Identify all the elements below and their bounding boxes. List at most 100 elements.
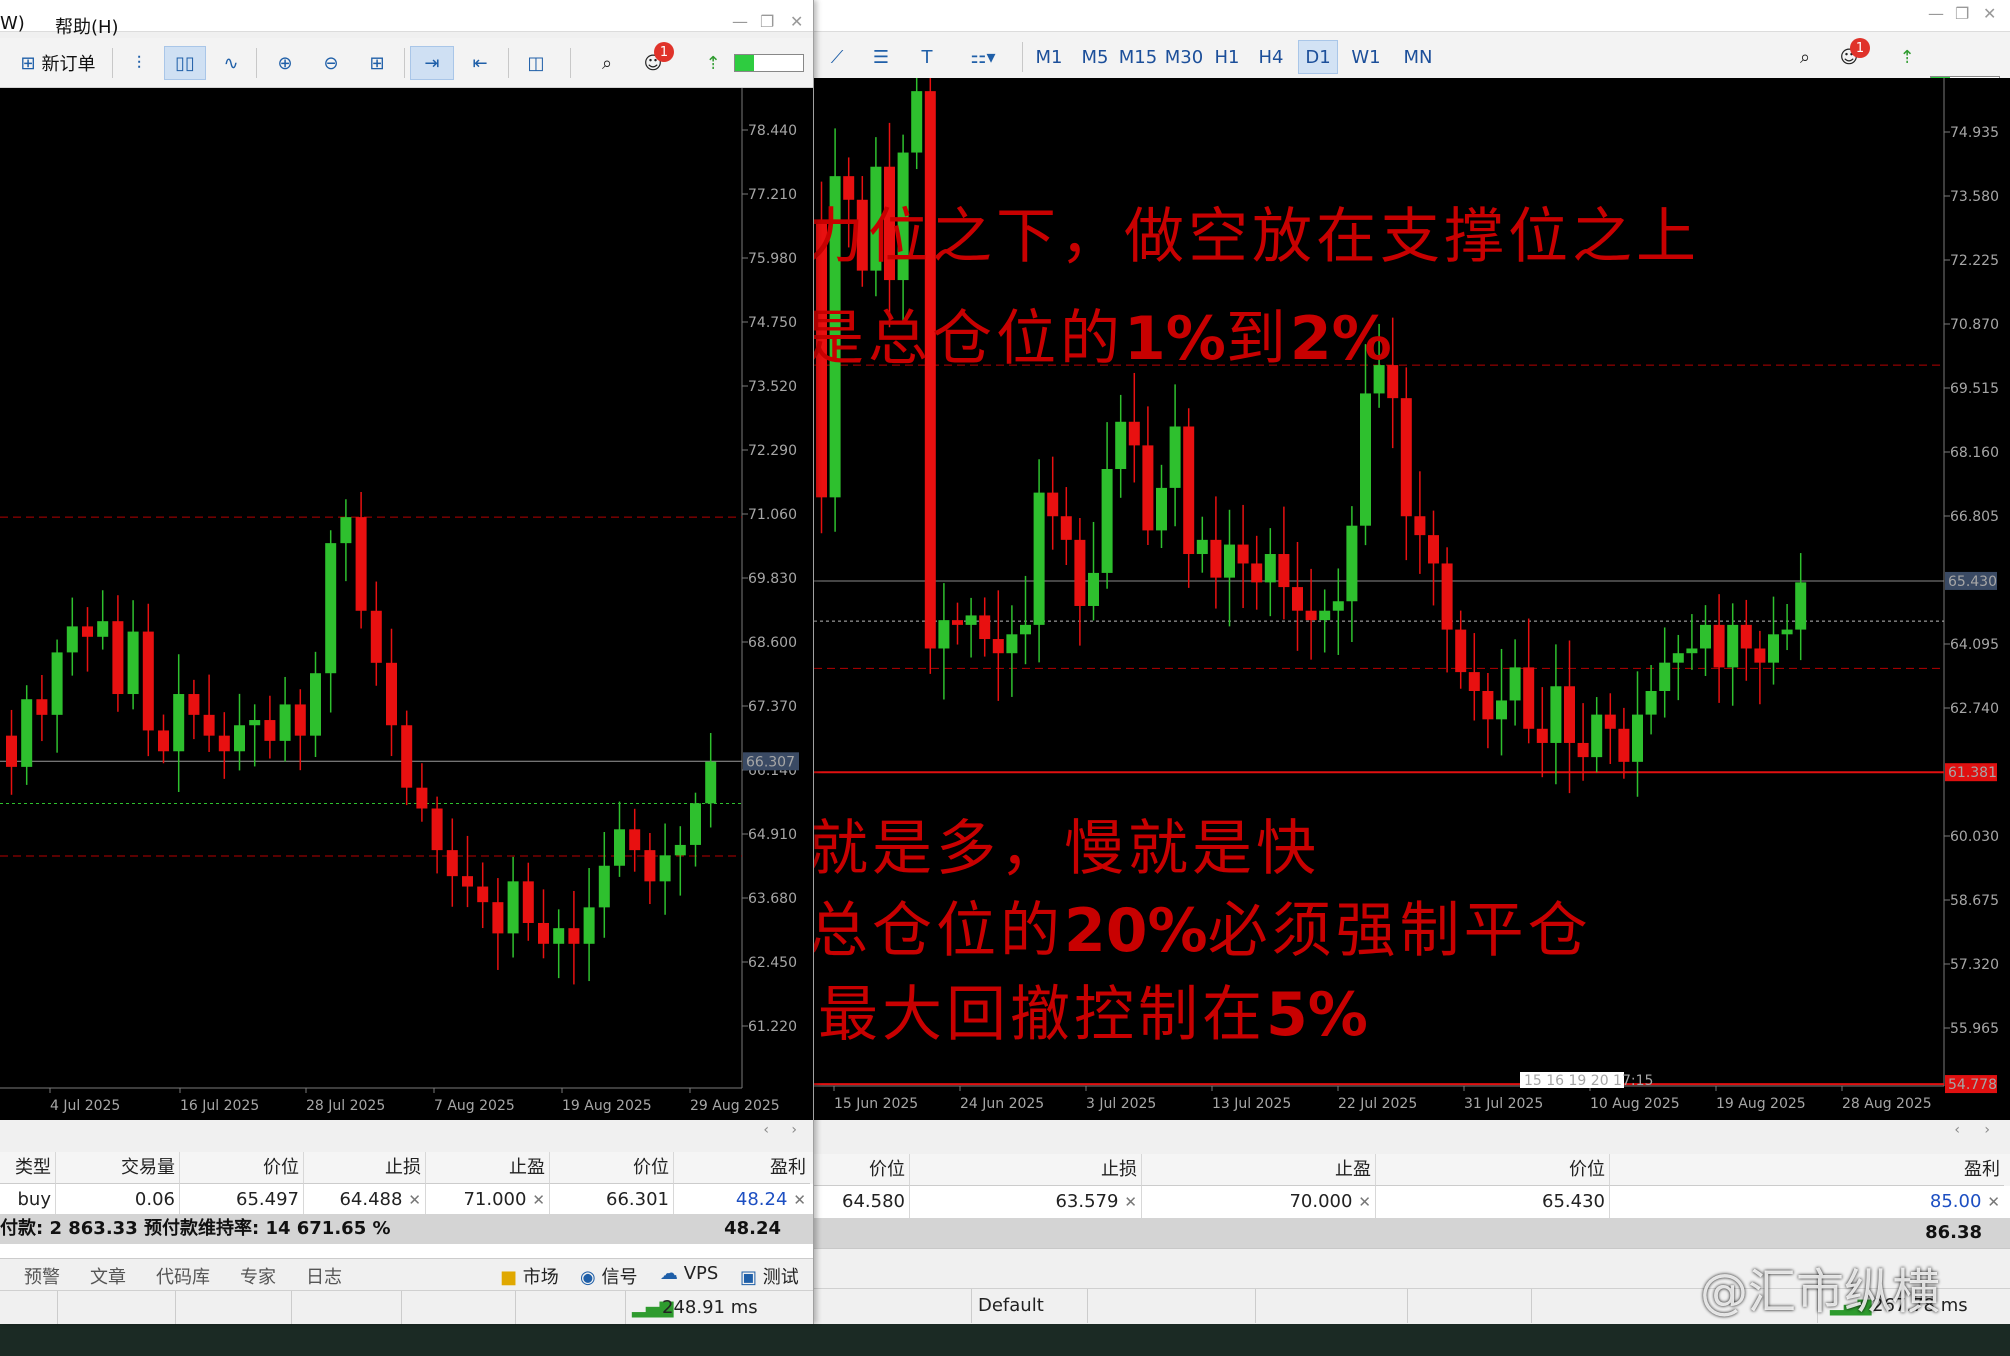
zoom-out-icon[interactable]: ⊖ [312,46,350,80]
tab-codebase[interactable]: 代码库 [156,1263,210,1289]
right-price-chart[interactable]: 74.935 73.580 72.225 70.870 69.515 68.160 66.8… [804,78,2010,1120]
candle [674,844,686,856]
signals-link[interactable]: ◉ 信号 [580,1263,637,1289]
timeframe-m15[interactable]: M15 [1116,40,1160,74]
tester-link[interactable]: ▣ 测试 [740,1263,799,1289]
timeframe-mn[interactable]: MN [1396,40,1440,74]
timeframe-m1[interactable]: M1 [1030,40,1068,74]
scroll-right-icon[interactable]: › [1984,1122,1990,1138]
price-label: 68.160 [1950,445,1999,461]
cell-volume: 0.06 [56,1184,180,1216]
left-price-chart[interactable]: 78.440 77.210 75.980 74.750 73.520 72.290 71.0… [0,88,813,1120]
candle [127,631,139,695]
date-label: 29 Aug 2025 [690,1098,780,1114]
search-icon[interactable]: ⌕ [1788,40,1822,74]
scroll-left-icon[interactable]: ‹ [763,1122,769,1138]
cell-profit[interactable]: 85.00 ✕ [1610,1186,2004,1218]
candle [1251,563,1263,583]
candle [6,735,17,767]
table-row[interactable]: buy 0.06 65.497 64.488 ✕ 71.000 ✕ 66.301 4… [0,1184,813,1216]
close-icon[interactable]: ✕ [1983,4,1996,23]
scroll-left-icon[interactable]: ‹ [1954,1122,1960,1138]
candle [173,694,185,752]
left-title-bar: W) 帮助(H) — ❐ ✕ [0,0,813,38]
candle [979,615,991,640]
clear-tp-icon: ✕ [1358,1193,1371,1211]
col-stop-loss: 止损 [910,1154,1142,1186]
col-take-profit: 止盈 [426,1152,550,1184]
tab-articles[interactable]: 文章 [90,1263,126,1289]
candle [386,662,397,726]
price-label: 68.600 [748,635,797,651]
timeframe-m30[interactable]: M30 [1162,40,1206,74]
text-tool-icon[interactable]: T [910,40,944,74]
candle [1115,421,1127,470]
close-position-icon: ✕ [793,1191,806,1209]
candle [1768,634,1779,663]
menu-window[interactable]: W) [0,13,25,34]
candle [1727,624,1739,668]
cell-take-profit[interactable]: 70.000 ✕ [1142,1186,1376,1218]
channel-icon[interactable]: ☰ [864,40,898,74]
cell-open-price: 64.580 [814,1186,910,1218]
date-label: 13 Jul 2025 [1212,1096,1291,1112]
price-label: 73.580 [1950,189,1999,205]
date-label: 10 Aug 2025 [1590,1096,1680,1112]
scroll-right-icon[interactable]: › [791,1122,797,1138]
col-open-price: 价位 [814,1154,910,1186]
minimize-icon[interactable]: — [732,12,748,31]
restore-icon[interactable]: ❐ [760,12,774,31]
candle [1305,610,1317,621]
tab-alerts[interactable]: 预警 [24,1263,60,1289]
candle-chart-icon[interactable]: ▯▯ [164,46,206,80]
restore-icon[interactable]: ❐ [1955,4,1969,23]
cell-current-price: 65.430 [1376,1186,1610,1218]
timeframe-h1[interactable]: H1 [1208,40,1246,74]
candle [1482,690,1494,720]
candle [1536,728,1548,743]
line-chart-icon[interactable]: ∿ [212,46,250,80]
candle [1006,634,1018,654]
candle [203,714,215,736]
auto-scroll-icon[interactable]: ⇥ [410,46,454,80]
trendline-icon[interactable]: ⟋ [820,40,854,74]
candle [51,652,63,715]
shapes-dropdown-icon[interactable]: ⚏▾ [955,40,1011,74]
market-link[interactable]: ■ 市场 [500,1263,559,1289]
col-profit: 盈利 [1610,1154,2004,1186]
level-bar [734,54,804,72]
candle [1033,492,1045,625]
tab-journal[interactable]: 日志 [306,1263,342,1289]
vps-link[interactable]: ☁ VPS [660,1263,718,1284]
candle [1496,700,1507,720]
cell-stop-loss[interactable]: 64.488 ✕ [304,1184,426,1216]
cell-profit[interactable]: 48.24 ✕ [674,1184,810,1216]
profile-name[interactable]: Default [972,1289,1088,1323]
timeframe-w1[interactable]: W1 [1346,40,1386,74]
cell-take-profit[interactable]: 71.000 ✕ [426,1184,550,1216]
tab-experts[interactable]: 专家 [240,1263,276,1289]
menu-help[interactable]: 帮助(H) [55,13,119,39]
candle [705,761,717,804]
zoom-in-icon[interactable]: ⊕ [266,46,304,80]
candle [1360,393,1371,526]
signal-level-icon: ⇡ [705,52,721,74]
current-price-tag: 65.430 [1948,574,1997,590]
timeframe-m5[interactable]: M5 [1076,40,1114,74]
screenshot-icon[interactable]: ◫ [516,46,556,80]
minimize-icon[interactable]: — [1928,4,1944,23]
timeframe-h4[interactable]: H4 [1252,40,1290,74]
candle [1672,653,1684,663]
stop-level-tag: 61.381 [1948,765,1997,781]
tile-windows-icon[interactable]: ⊞ [358,46,396,80]
clear-sl-icon: ✕ [1124,1193,1137,1211]
col-type: 类型 [0,1152,56,1184]
search-icon[interactable]: ⌕ [590,46,624,80]
cell-stop-loss[interactable]: 63.579 ✕ [910,1186,1142,1218]
close-icon[interactable]: ✕ [790,12,803,31]
chart-shift-icon[interactable]: ⇤ [460,46,500,80]
new-order-button[interactable]: ⊞ 新订单 [10,46,106,80]
timeframe-d1[interactable]: D1 [1298,40,1338,74]
bar-chart-icon[interactable]: ⫶ [120,46,158,80]
candle [264,720,276,741]
